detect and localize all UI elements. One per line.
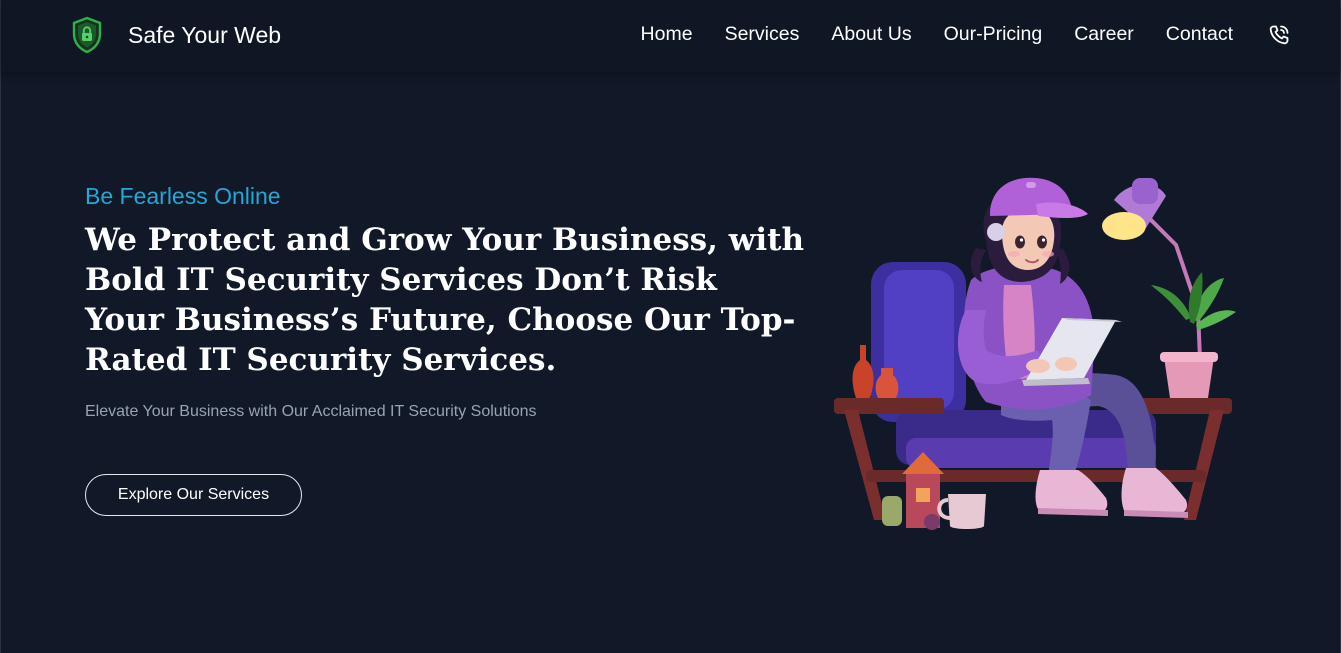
nav-item-services[interactable]: Services — [725, 23, 800, 45]
nav-item-contact[interactable]: Contact — [1166, 23, 1233, 45]
nav-item-career[interactable]: Career — [1074, 23, 1134, 45]
brand-name: Safe Your Web — [128, 21, 282, 48]
nav-item-our-pricing[interactable]: Our-Pricing — [944, 23, 1043, 45]
shield-lock-icon — [72, 16, 102, 54]
page: Safe Your Web Home Services About Us Our… — [0, 0, 1341, 653]
brand-link[interactable]: Safe Your Web — [71, 16, 281, 54]
girl-with-laptop-illustration — [834, 177, 1236, 530]
hero-section: Be Fearless Online We Protect and Grow Y… — [85, 183, 805, 421]
phone-call-icon — [1269, 25, 1289, 45]
nav-menu: Home Services About Us Our-Pricing Caree… — [641, 23, 1233, 46]
hero-headline: We Protect and Grow Your Business, with … — [85, 222, 805, 378]
navbar: Safe Your Web Home Services About Us Our… — [1, 0, 1340, 72]
phone-button[interactable] — [1267, 23, 1291, 47]
hero-subtext: Elevate Your Business with Our Acclaimed… — [85, 403, 537, 420]
nav-item-home[interactable]: Home — [641, 23, 693, 45]
nav-item-about-us[interactable]: About Us — [831, 23, 911, 45]
hero-eyebrow: Be Fearless Online — [85, 183, 281, 209]
explore-services-button[interactable]: Explore Our Services — [85, 474, 302, 516]
